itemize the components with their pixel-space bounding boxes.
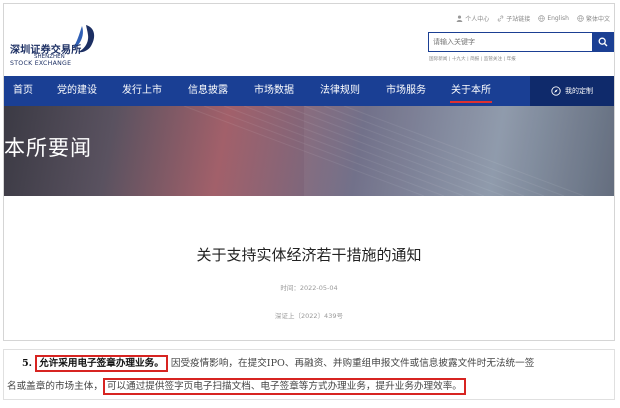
highlight-box-electronic-signature: 允许采用电子签章办理业务。: [35, 355, 168, 372]
nav-item-market-data[interactable]: 市场数据: [254, 76, 294, 106]
search-button[interactable]: [592, 32, 614, 52]
utility-link-traditional[interactable]: 繁体中文: [577, 14, 610, 23]
excerpt-text: 名或盖章的市场主体，: [7, 381, 103, 392]
search-input[interactable]: [428, 32, 592, 52]
utility-link-label: 个人中心: [465, 16, 490, 23]
utility-link-subsites[interactable]: 子站链接: [497, 14, 530, 23]
globe-icon: [538, 15, 546, 22]
page-banner: 本所要闻: [4, 106, 614, 196]
site-header: 深圳证券交易所 SHENZHEN STOCK EXCHANGE 个人中心 子站链…: [4, 4, 614, 76]
my-custom-label: 我的定制: [565, 87, 593, 95]
nav-item-about[interactable]: 关于本所: [450, 76, 492, 106]
search-icon: [598, 37, 608, 47]
utility-link-english[interactable]: English: [538, 15, 569, 22]
utility-link-label: 繁体中文: [585, 16, 610, 23]
utility-link-personal[interactable]: 个人中心: [456, 14, 489, 23]
nav-item-rules[interactable]: 法律规则: [320, 76, 360, 106]
browser-viewport: 深圳证券交易所 SHENZHEN STOCK EXCHANGE 个人中心 子站链…: [3, 3, 615, 341]
utility-link-label: English: [547, 15, 569, 22]
person-icon: [456, 15, 463, 22]
logo-english-line2: STOCK EXCHANGE: [10, 60, 72, 67]
utility-link-label: 子站链接: [506, 16, 531, 23]
excerpt-line-1: 5. 允许采用电子签章办理业务。 因受疫情影响，在提交IPO、再融资、并购重组申…: [22, 355, 535, 372]
nav-item-listing[interactable]: 发行上市: [122, 76, 162, 106]
article-excerpt: 5. 允许采用电子签章办理业务。 因受疫情影响，在提交IPO、再融资、并购重组申…: [3, 349, 615, 400]
nav-item-disclosure[interactable]: 信息披露: [188, 76, 228, 106]
my-custom-button[interactable]: 我的定制: [530, 76, 614, 106]
szse-logo[interactable]: 深圳证券交易所 SHENZHEN STOCK EXCHANGE: [10, 24, 106, 68]
link-icon: [497, 15, 504, 22]
compass-icon: [551, 86, 561, 96]
excerpt-text: 因受疫情影响，在提交IPO、再融资、并购重组申报文件或信息披露文件时无法统一签: [170, 358, 535, 369]
utility-links: 个人中心 子站链接 English 繁体中文: [456, 14, 610, 23]
banner-texture: [183, 106, 614, 196]
excerpt-line-2: 名或盖章的市场主体， 可以通过提供签字页电子扫描文档、电子签章等方式办理业务，提升…: [7, 378, 466, 395]
hot-search-links[interactable]: 国际新闻 | 十九大 | 简报 | 监管关注 | 年报: [429, 56, 516, 62]
item-number: 5.: [22, 358, 33, 369]
highlight-box-scanned-documents: 可以通过提供签字页电子扫描文档、电子签章等方式办理业务，提升业务办理效率。: [102, 378, 466, 395]
main-nav: 首页 党的建设 发行上市 信息披露 市场数据 法律规则 市场服务 关于本所 我的…: [4, 76, 614, 106]
banner-title: 本所要闻: [4, 136, 92, 160]
article-title: 关于支持实体经济若干措施的通知: [196, 246, 422, 264]
nav-item-services[interactable]: 市场服务: [386, 76, 426, 106]
globe-icon: [577, 15, 584, 22]
article-time: 时间：2022-05-04: [280, 284, 338, 292]
nav-item-home[interactable]: 首页: [13, 76, 33, 106]
nav-item-party-building[interactable]: 党的建设: [57, 76, 97, 106]
article-doc-number: 深证上〔2022〕439号: [275, 312, 343, 320]
search-box: [428, 32, 614, 52]
